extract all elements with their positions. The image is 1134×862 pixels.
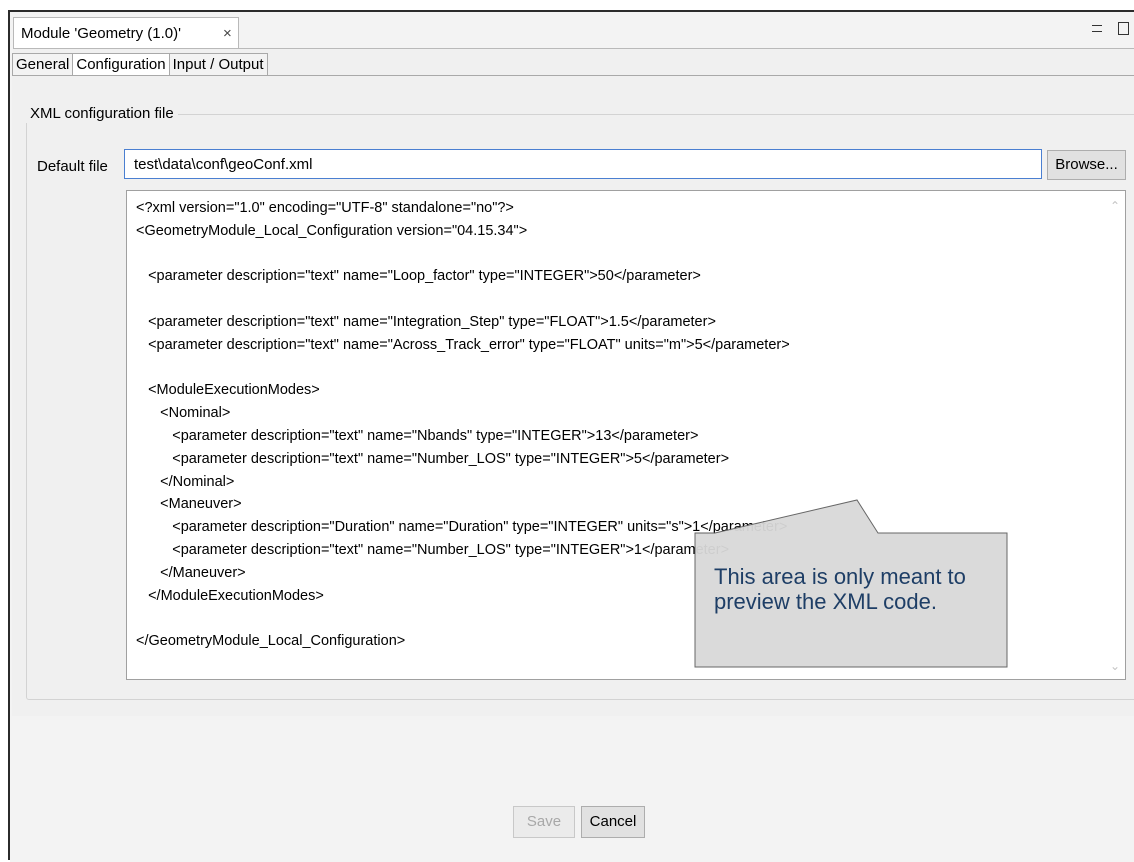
- xml-line: <parameter description="text" name="Inte…: [136, 313, 716, 330]
- window-controls: [1092, 19, 1129, 35]
- browse-button[interactable]: Browse...: [1047, 150, 1126, 180]
- editor-tab-title: Module 'Geometry (1.0)': [21, 25, 181, 42]
- group-title: XML configuration file: [26, 105, 178, 123]
- xml-line: </Maneuver>: [136, 564, 246, 581]
- xml-line: <parameter description="text" name="Nban…: [136, 427, 699, 444]
- xml-line: <Nominal>: [136, 405, 231, 422]
- callout-note: This area is only meant to preview the X…: [714, 564, 966, 614]
- editor-area: General Configuration Input / Output XML…: [12, 48, 1134, 717]
- xml-line: <parameter description="text" name="Loop…: [136, 268, 701, 285]
- xml-code: <?xml version="1.0" encoding="UTF-8" sta…: [136, 197, 790, 653]
- xml-line: [136, 607, 790, 630]
- cancel-button[interactable]: Cancel: [581, 806, 645, 838]
- xml-line: <GeometryModule_Local_Configuration vers…: [136, 222, 528, 239]
- xml-line: <parameter description="text" name="Numb…: [136, 450, 730, 467]
- maximize-icon[interactable]: [1118, 22, 1129, 35]
- xml-line: <Maneuver>: [136, 496, 242, 513]
- minimize-icon[interactable]: [1092, 25, 1102, 32]
- xml-line: [136, 357, 790, 380]
- editor-tab[interactable]: Module 'Geometry (1.0)' ×: [13, 17, 239, 49]
- tab-input-output[interactable]: Input / Output: [168, 53, 268, 76]
- xml-line: </ModuleExecutionModes>: [136, 587, 324, 604]
- configuration-panel: XML configuration file Default file Brow…: [12, 75, 1134, 717]
- xml-line: <parameter description="text" name="Acro…: [136, 336, 790, 353]
- editor-window: Module 'Geometry (1.0)' × General Config…: [8, 10, 1134, 862]
- xml-line: <parameter description="Duration" name="…: [136, 519, 788, 536]
- default-file-label: Default file: [37, 158, 108, 175]
- xml-line: </GeometryModule_Local_Configuration>: [136, 633, 406, 650]
- xml-line: [136, 243, 790, 266]
- xml-line: <ModuleExecutionModes>: [136, 382, 320, 399]
- tab-general[interactable]: General: [12, 53, 74, 76]
- scroll-down-arrow-icon[interactable]: ⌄: [1109, 660, 1121, 672]
- xml-line: <parameter description="text" name="Numb…: [136, 541, 730, 558]
- save-button[interactable]: Save: [513, 806, 575, 838]
- dialog-button-bar: [10, 716, 1134, 862]
- tab-configuration[interactable]: Configuration: [72, 53, 170, 76]
- subtab-bar: General Configuration Input / Output: [12, 53, 268, 77]
- xml-line: </Nominal>: [136, 473, 235, 490]
- xml-line: <?xml version="1.0" encoding="UTF-8" sta…: [136, 200, 514, 216]
- close-tab-icon[interactable]: ×: [223, 18, 232, 49]
- default-file-input[interactable]: [124, 149, 1042, 179]
- xml-line: [136, 288, 790, 311]
- scroll-up-arrow-icon[interactable]: ⌃: [1109, 200, 1121, 212]
